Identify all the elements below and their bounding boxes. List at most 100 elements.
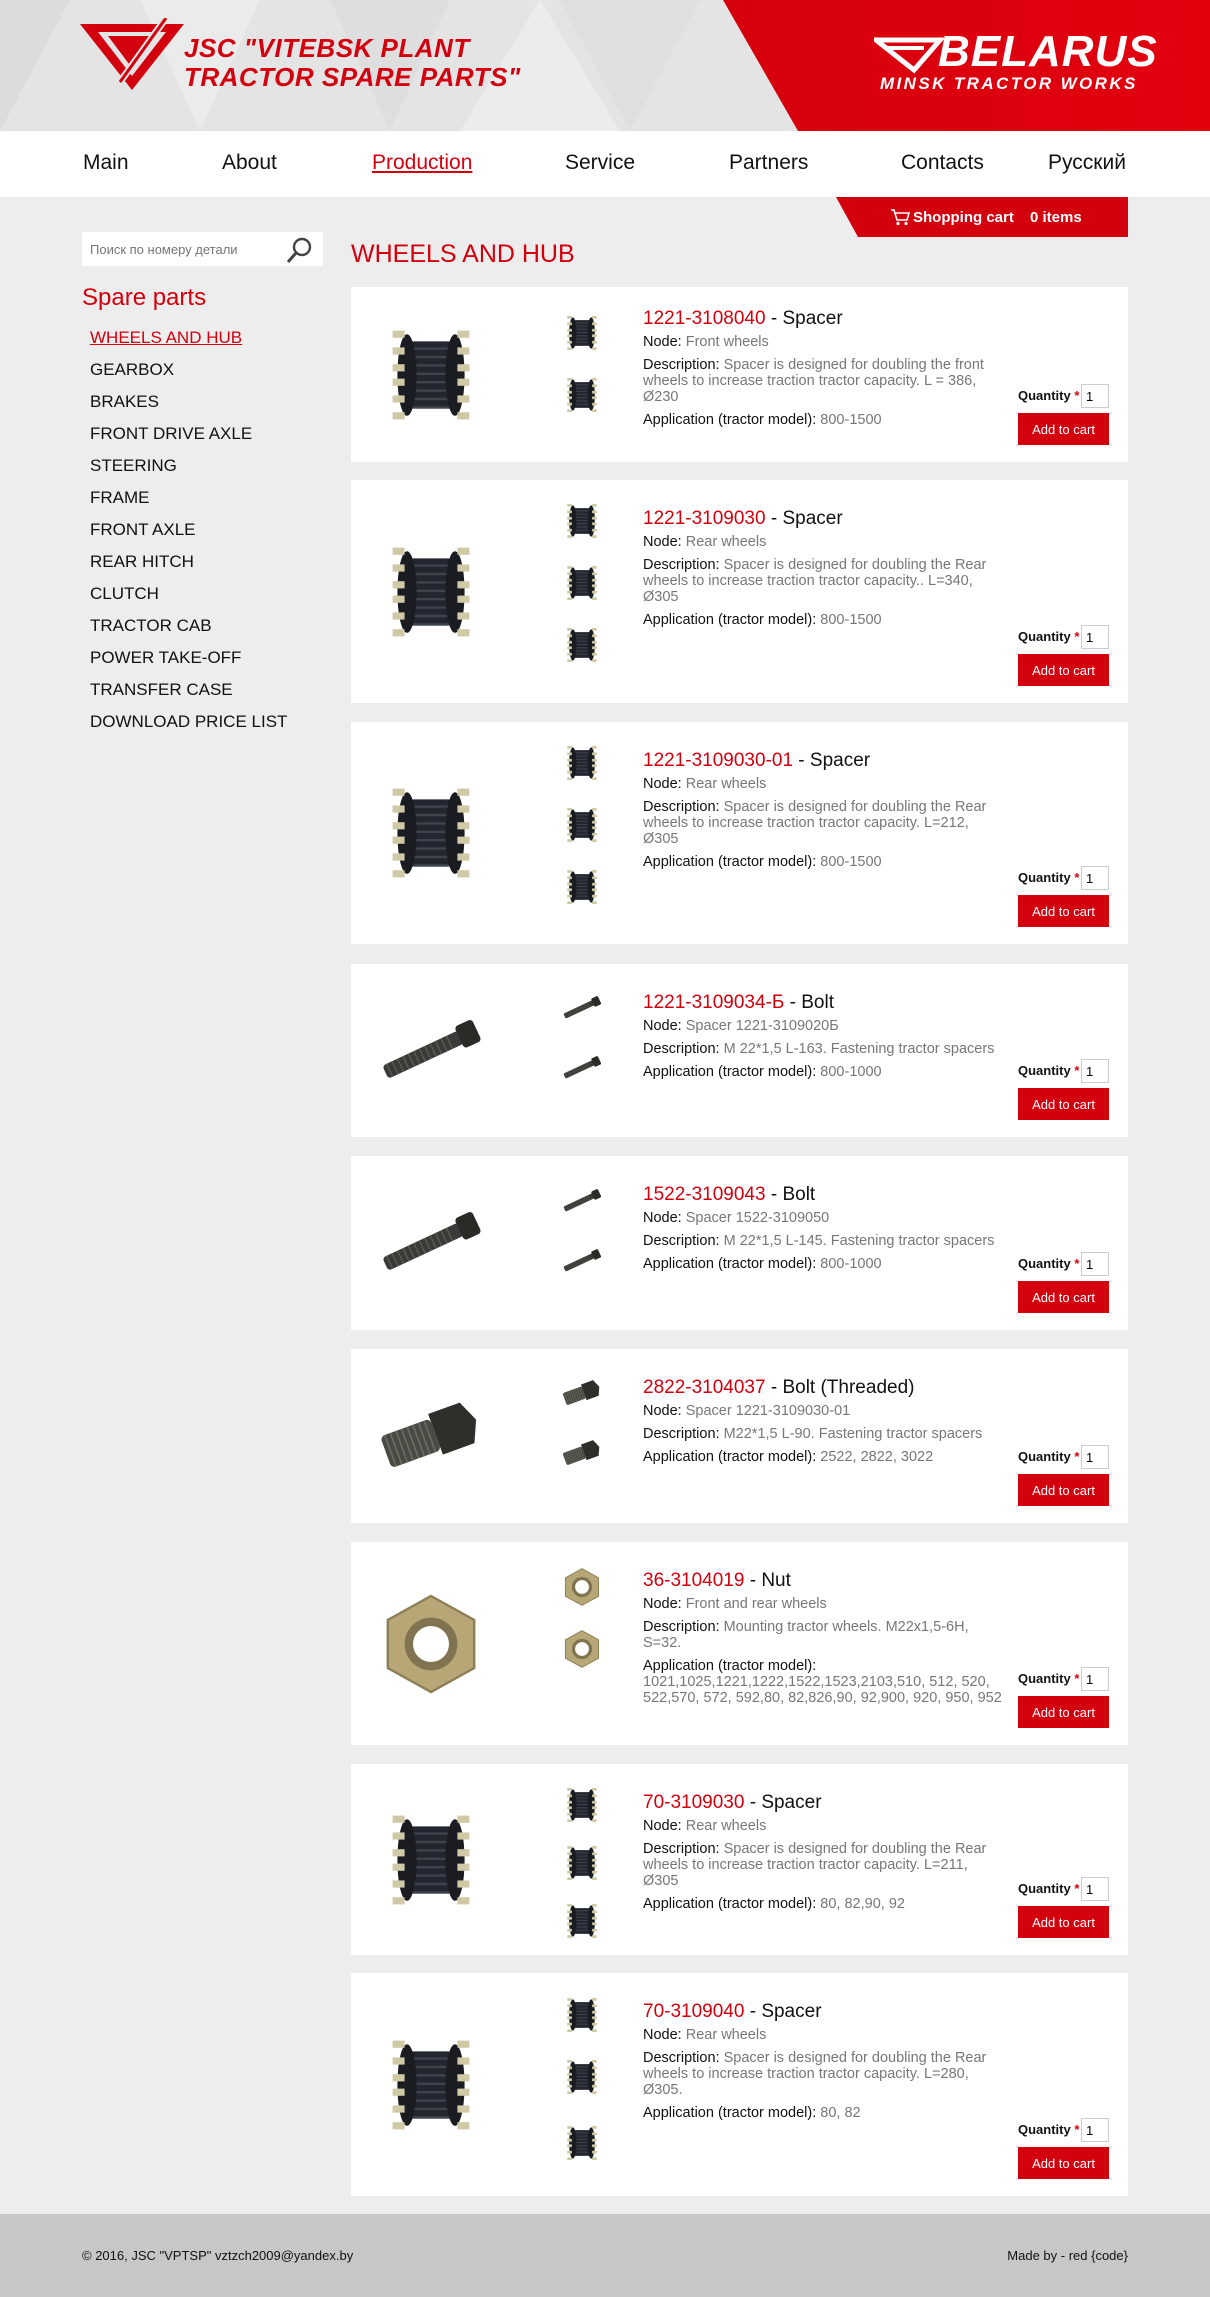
add-to-cart-button[interactable]: Add to cart: [1018, 1474, 1109, 1506]
page-title: WHEELS AND HUB: [351, 240, 575, 268]
shopping-cart-bar[interactable]: Shopping cart 0 items: [836, 197, 1128, 237]
product-thumbnail[interactable]: [559, 2054, 605, 2100]
product-image[interactable]: [371, 2025, 521, 2145]
sidebar-item-download-price-list[interactable]: DOWNLOAD PRICE LIST: [90, 712, 287, 744]
sidebar-item-clutch[interactable]: CLUTCH: [90, 584, 287, 616]
sidebar-item-front-axle[interactable]: FRONT AXLE: [90, 520, 287, 552]
product-code[interactable]: 1221-3109030: [643, 508, 766, 529]
sidebar-item-frame[interactable]: FRAME: [90, 488, 287, 520]
add-to-cart-button[interactable]: Add to cart: [1018, 1906, 1109, 1938]
sidebar-item-rear-hitch[interactable]: REAR HITCH: [90, 552, 287, 584]
quantity-label: Quantity *: [1018, 1881, 1079, 1896]
product-card: 1221-3109030-01 - Spacer Node: Rear whee…: [351, 722, 1128, 944]
product-thumbnail[interactable]: [559, 560, 605, 606]
application-label: Application (tractor model):: [643, 1449, 817, 1465]
nav-partners[interactable]: Partners: [729, 151, 808, 175]
sidebar-item-front-drive-axle[interactable]: FRONT DRIVE AXLE: [90, 424, 287, 456]
add-to-cart-button[interactable]: Add to cart: [1018, 1696, 1109, 1728]
product-title: 70-3109040 - Spacer: [643, 2000, 1003, 2024]
product-thumbnail[interactable]: [559, 1045, 605, 1091]
product-image[interactable]: [371, 1376, 521, 1496]
quantity-input[interactable]: [1081, 1252, 1109, 1276]
product-thumbnail[interactable]: [559, 1840, 605, 1886]
quantity-input[interactable]: [1081, 2118, 1109, 2142]
add-to-cart-button[interactable]: Add to cart: [1018, 654, 1109, 686]
add-to-cart-button[interactable]: Add to cart: [1018, 1281, 1109, 1313]
product-thumbnail[interactable]: [559, 372, 605, 418]
product-thumbnail[interactable]: [559, 1178, 605, 1224]
product-thumbnail[interactable]: [559, 2120, 605, 2166]
nav-language[interactable]: Русский: [1048, 151, 1126, 175]
add-to-cart-button[interactable]: Add to cart: [1018, 895, 1109, 927]
sidebar-item-tractor-cab[interactable]: TRACTOR CAB: [90, 616, 287, 648]
add-to-cart-button[interactable]: Add to cart: [1018, 413, 1109, 445]
product-code[interactable]: 1221-3109034-Б: [643, 992, 784, 1013]
quantity-label: Quantity *: [1018, 870, 1079, 885]
product-image[interactable]: [371, 991, 521, 1111]
add-to-cart-button[interactable]: Add to cart: [1018, 2147, 1109, 2179]
product-image[interactable]: [371, 773, 521, 893]
product-code[interactable]: 1221-3108040: [643, 308, 766, 329]
product-image[interactable]: [371, 1800, 521, 1920]
quantity-label-text: Quantity: [1018, 1256, 1071, 1271]
product-code[interactable]: 1221-3109030-01: [643, 750, 793, 771]
nav-service[interactable]: Service: [565, 151, 635, 175]
quantity-input[interactable]: [1081, 1059, 1109, 1083]
product-image[interactable]: [371, 532, 521, 652]
application-label: Application (tractor model):: [643, 2105, 817, 2121]
product-thumbnail[interactable]: [559, 1238, 605, 1284]
product-thumbnail[interactable]: [559, 864, 605, 910]
search-icon[interactable]: [285, 235, 315, 265]
product-thumbnail[interactable]: [559, 1898, 605, 1944]
description-value: M 22*1,5 L-145. Fastening tractor spacer…: [723, 1233, 995, 1249]
product-thumbnail[interactable]: [559, 985, 605, 1031]
quantity-input[interactable]: [1081, 1445, 1109, 1469]
product-thumbnail[interactable]: [559, 802, 605, 848]
add-to-cart-button[interactable]: Add to cart: [1018, 1088, 1109, 1120]
search-input[interactable]: [90, 240, 280, 258]
quantity-input[interactable]: [1081, 384, 1109, 408]
nav-contacts[interactable]: Contacts: [901, 151, 984, 175]
vptsp-logo-icon[interactable]: [80, 18, 184, 92]
nav-main[interactable]: Main: [83, 151, 129, 175]
product-thumbnail[interactable]: [559, 1626, 605, 1672]
footer-made-by[interactable]: Made by - red {code}: [1007, 2248, 1128, 2263]
product-image[interactable]: [371, 1183, 521, 1303]
product-thumbnail[interactable]: [559, 1370, 605, 1416]
sidebar-item-power-take-off[interactable]: POWER TAKE-OFF: [90, 648, 287, 680]
product-info: 1221-3109030 - Spacer Node: Rear wheels …: [643, 507, 1003, 635]
product-card: 1221-3109034-Б - Bolt Node: Spacer 1221-…: [351, 964, 1128, 1137]
application-value: 1021,1025,1221,1222,1522,1523,2103,510, …: [643, 1674, 1002, 1706]
sidebar-item-transfer-case[interactable]: TRANSFER CASE: [90, 680, 287, 712]
quantity-input[interactable]: [1081, 1667, 1109, 1691]
product-thumbnail[interactable]: [559, 1430, 605, 1476]
product-thumbnail[interactable]: [559, 740, 605, 786]
product-thumbnail[interactable]: [559, 310, 605, 356]
nav-about[interactable]: About: [222, 151, 277, 175]
quantity-input[interactable]: [1081, 625, 1109, 649]
product-thumbnail[interactable]: [559, 622, 605, 668]
sidebar-item-gearbox[interactable]: GEARBOX: [90, 360, 287, 392]
product-code[interactable]: 36-3104019: [643, 1570, 744, 1591]
product-code[interactable]: 2822-3104037: [643, 1377, 766, 1398]
product-code[interactable]: 1522-3109043: [643, 1184, 766, 1205]
quantity-input[interactable]: [1081, 1877, 1109, 1901]
product-thumbnail[interactable]: [559, 1782, 605, 1828]
product-code[interactable]: 70-3109030: [643, 1792, 744, 1813]
sidebar-item-brakes[interactable]: BRAKES: [90, 392, 287, 424]
product-info: 1221-3109030-01 - Spacer Node: Rear whee…: [643, 749, 1003, 877]
product-thumbnail[interactable]: [559, 498, 605, 544]
product-thumbnail[interactable]: [559, 1564, 605, 1610]
product-thumbnail[interactable]: [559, 1992, 605, 2038]
product-image[interactable]: [371, 315, 521, 435]
product-name: - Nut: [744, 1570, 791, 1591]
sidebar-item-steering[interactable]: STEERING: [90, 456, 287, 488]
sidebar-item-wheels-and-hub[interactable]: WHEELS AND HUB: [90, 328, 287, 360]
product-description: Description: Spacer is designed for doub…: [643, 2050, 1003, 2098]
nav-production[interactable]: Production: [372, 151, 472, 175]
product-code[interactable]: 70-3109040: [643, 2001, 744, 2022]
product-image[interactable]: [371, 1584, 521, 1704]
product-description: Description: M 22*1,5 L-145. Fastening t…: [643, 1233, 1003, 1249]
product-node: Node: Front and rear wheels: [643, 1596, 1003, 1612]
quantity-input[interactable]: [1081, 866, 1109, 890]
